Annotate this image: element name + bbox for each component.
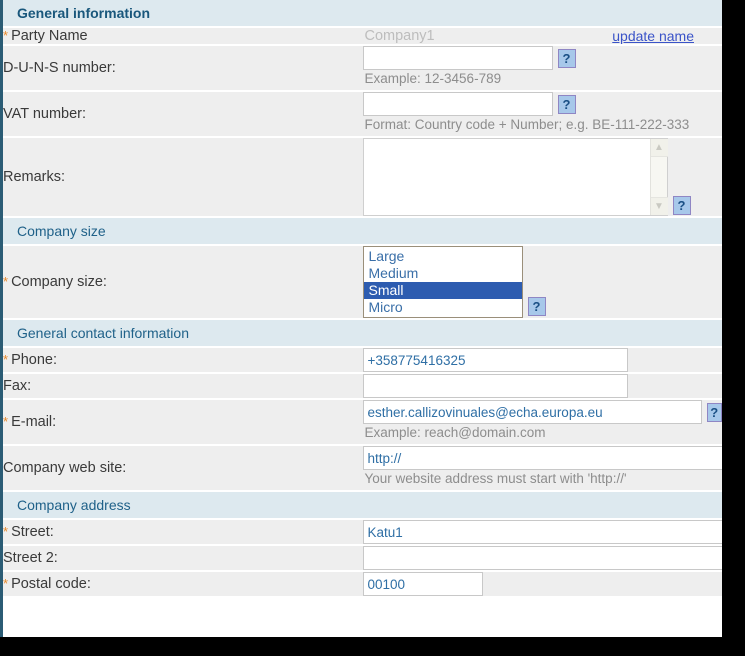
cell-postal-code bbox=[362, 571, 722, 598]
row-website: Company web site: Your website address m… bbox=[3, 445, 722, 492]
form-table: General information * Party Name Company1… bbox=[3, 0, 722, 598]
row-fax: Fax: bbox=[3, 373, 722, 400]
update-name-link[interactable]: update name bbox=[612, 28, 694, 44]
help-icon-email[interactable]: ? bbox=[706, 402, 722, 422]
street2-input[interactable] bbox=[362, 546, 722, 570]
remarks-textarea[interactable]: ▲ ▼ bbox=[362, 138, 668, 216]
section-header-general-contact: General contact information bbox=[3, 319, 722, 348]
label-postal-code: * Postal code: bbox=[3, 571, 363, 598]
section-header-general-information: General information bbox=[3, 0, 722, 28]
cell-fax bbox=[362, 373, 722, 400]
company-size-listbox[interactable]: Large Medium Small Micro bbox=[362, 246, 523, 318]
cell-vat-number: ? Format: Country code + Number; e.g. BE… bbox=[362, 91, 722, 138]
row-duns-number: D-U-N-S number: ? Example: 12-3456-789 bbox=[3, 45, 722, 92]
vat-number-input[interactable] bbox=[362, 92, 553, 116]
label-party-name-text: Party Name bbox=[11, 28, 88, 44]
label-email: * E-mail: bbox=[3, 399, 363, 446]
section-title-company-size: Company size bbox=[3, 217, 722, 246]
postal-code-input[interactable] bbox=[362, 572, 483, 596]
label-street-text: Street: bbox=[11, 524, 54, 540]
help-icon-company-size[interactable]: ? bbox=[527, 297, 546, 316]
row-party-name: * Party Name Company1 update name bbox=[3, 27, 722, 46]
duns-number-input[interactable] bbox=[362, 46, 553, 70]
row-company-size: * Company size: Large Medium Small Micro … bbox=[3, 245, 722, 320]
phone-input[interactable] bbox=[362, 348, 628, 372]
cell-street bbox=[362, 519, 722, 546]
cell-street2 bbox=[362, 545, 722, 572]
listbox-option-large[interactable]: Large bbox=[364, 248, 522, 265]
section-title-general-contact: General contact information bbox=[3, 319, 722, 348]
row-vat-number: VAT number: ? Format: Country code + Num… bbox=[3, 91, 722, 138]
label-website: Company web site: bbox=[3, 445, 363, 492]
cell-website: Your website address must start with 'ht… bbox=[362, 445, 722, 492]
row-street: * Street: bbox=[3, 519, 722, 546]
website-input[interactable] bbox=[362, 446, 722, 470]
listbox-option-medium[interactable]: Medium bbox=[364, 265, 522, 282]
label-remarks: Remarks: bbox=[3, 137, 363, 218]
help-icon-duns[interactable]: ? bbox=[557, 48, 576, 68]
label-street: * Street: bbox=[3, 519, 363, 546]
section-header-company-size: Company size bbox=[3, 217, 722, 246]
required-marker: * bbox=[3, 352, 9, 367]
label-company-size: * Company size: bbox=[3, 245, 363, 320]
fax-input[interactable] bbox=[362, 374, 628, 398]
label-company-size-text: Company size: bbox=[11, 274, 107, 290]
row-postal-code: * Postal code: bbox=[3, 571, 722, 598]
cell-remarks: ▲ ▼ ? bbox=[362, 137, 722, 218]
street-input[interactable] bbox=[362, 520, 722, 544]
label-phone: * Phone: bbox=[3, 347, 363, 374]
label-street2: Street 2: bbox=[3, 545, 363, 572]
party-name-value: Company1 bbox=[364, 28, 435, 44]
label-phone-text: Phone: bbox=[11, 352, 58, 368]
remarks-scrollbar[interactable]: ▲ ▼ bbox=[649, 139, 668, 215]
help-icon-vat[interactable]: ? bbox=[557, 94, 576, 114]
row-street2: Street 2: bbox=[3, 545, 722, 572]
hint-duns-number: Example: 12-3456-789 bbox=[364, 71, 502, 86]
email-input[interactable] bbox=[362, 400, 702, 424]
row-email: *E-mail: ? Example: reach@domain.com bbox=[3, 399, 722, 446]
help-icon-remarks[interactable]: ? bbox=[672, 196, 691, 215]
cell-party-name: Company1 update name bbox=[362, 27, 722, 46]
label-postal-code-text: Postal code: bbox=[11, 576, 91, 592]
section-header-company-address: Company address bbox=[3, 491, 722, 520]
label-email-text: E-mail: bbox=[11, 414, 57, 430]
label-fax: Fax: bbox=[3, 373, 363, 400]
hint-website: Your website address must start with 'ht… bbox=[364, 471, 627, 486]
required-marker: * bbox=[3, 576, 9, 591]
scroll-up-icon[interactable]: ▲ bbox=[650, 139, 668, 157]
row-phone: * Phone: bbox=[3, 347, 722, 374]
cell-email: ? Example: reach@domain.com bbox=[362, 399, 722, 446]
section-title-company-address: Company address bbox=[3, 491, 722, 520]
required-marker: * bbox=[3, 524, 9, 539]
cell-company-size: Large Medium Small Micro ? bbox=[362, 245, 722, 320]
cell-phone bbox=[362, 347, 722, 374]
label-duns-number: D-U-N-S number: bbox=[3, 45, 363, 92]
listbox-option-micro[interactable]: Micro bbox=[364, 299, 522, 316]
hint-email: Example: reach@domain.com bbox=[364, 425, 546, 440]
row-remarks: Remarks: ▲ ▼ ? bbox=[3, 137, 722, 218]
label-vat-number: VAT number: bbox=[3, 91, 363, 138]
scroll-down-icon[interactable]: ▼ bbox=[650, 197, 668, 215]
listbox-option-small[interactable]: Small bbox=[363, 282, 522, 299]
section-title-general-information: General information bbox=[3, 0, 722, 28]
required-marker: * bbox=[3, 414, 9, 429]
required-marker: * bbox=[3, 274, 9, 289]
required-marker: * bbox=[3, 28, 9, 43]
hint-vat-number: Format: Country code + Number; e.g. BE-1… bbox=[364, 117, 690, 132]
cell-duns-number: ? Example: 12-3456-789 bbox=[362, 45, 722, 92]
label-party-name: * Party Name bbox=[3, 27, 363, 46]
company-information-form: General information * Party Name Company1… bbox=[0, 0, 722, 637]
